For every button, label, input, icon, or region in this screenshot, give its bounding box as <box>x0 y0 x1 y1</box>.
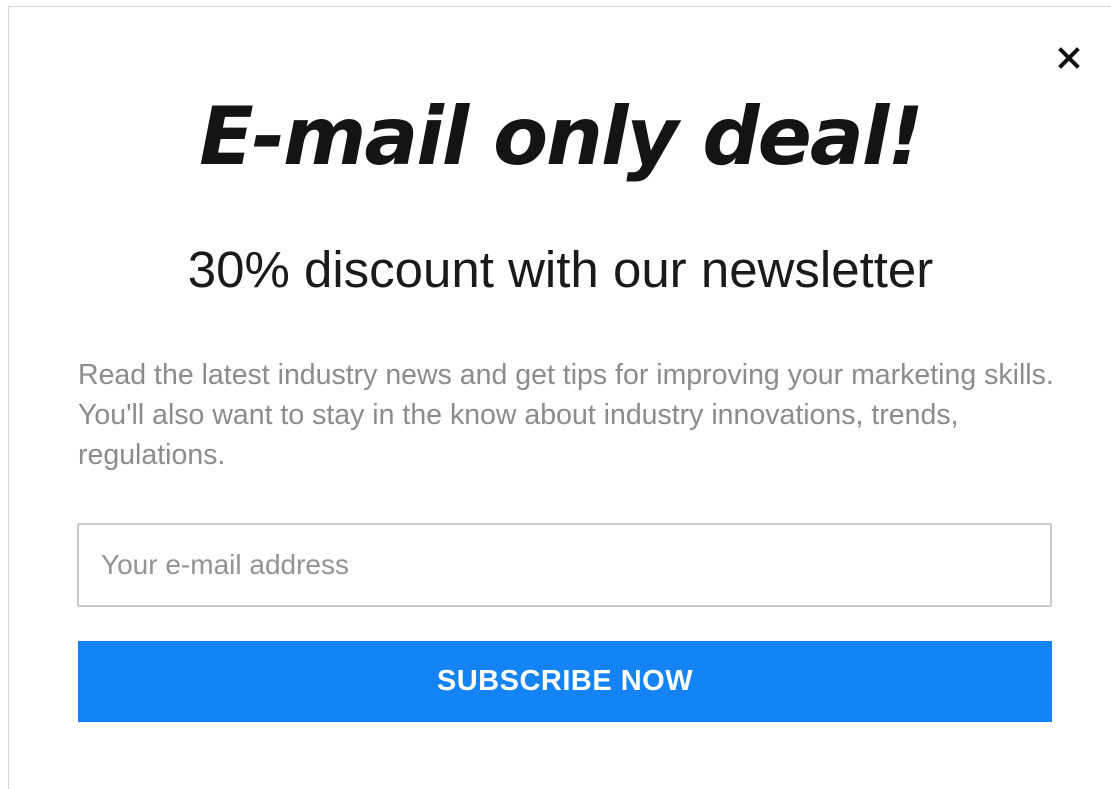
newsletter-popup: E-mail only deal! 30% discount with our … <box>8 6 1111 789</box>
email-input[interactable] <box>77 523 1052 607</box>
close-icon <box>1058 47 1080 69</box>
subscribe-button[interactable]: SUBSCRIBE NOW <box>78 641 1052 722</box>
popup-headline: E-mail only deal! <box>199 90 924 183</box>
popup-description: Read the latest industry news and get ti… <box>78 359 1054 471</box>
close-button[interactable] <box>1052 41 1086 75</box>
popup-subtitle: 30% discount with our newsletter <box>187 241 934 298</box>
